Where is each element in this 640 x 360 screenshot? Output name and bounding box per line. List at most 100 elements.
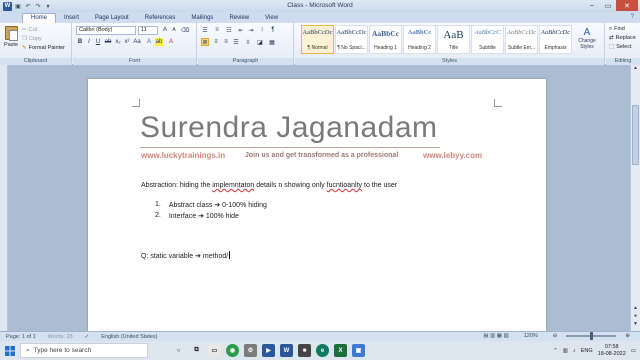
network-icon[interactable]: ▥	[563, 348, 568, 354]
line-spacing-icon[interactable]: ⇳	[244, 38, 252, 46]
cortana-icon[interactable]: ○	[172, 344, 185, 357]
misspelled-word[interactable]: fucntioanlty	[327, 182, 362, 189]
superscript-icon[interactable]: x²	[123, 38, 131, 46]
input-language[interactable]: ENG	[581, 348, 593, 354]
bold-icon[interactable]: B	[76, 38, 84, 46]
replace-button[interactable]: ⇄ Replace	[609, 35, 636, 41]
increase-indent-icon[interactable]: ⇥	[247, 26, 255, 34]
multilevel-list-icon[interactable]: ☷	[225, 26, 233, 34]
media-icon[interactable]: ■	[298, 344, 311, 357]
style-heading-1[interactable]: AaBbCc Heading 1	[369, 25, 402, 54]
document-page[interactable]: Surendra Jaganadam www.luckytrainings.in…	[88, 79, 546, 331]
change-styles-button[interactable]: A Change Styles	[572, 27, 602, 50]
clock[interactable]: 07:58 18-08-2022	[598, 344, 626, 358]
style-emphasis[interactable]: AaBbCcDc Emphasis	[539, 25, 572, 54]
style-subtle-emphasis[interactable]: AaBbCcDc Subtle Em...	[505, 25, 538, 54]
minimize-icon[interactable]: –	[584, 0, 600, 11]
grow-font-icon[interactable]: A	[161, 26, 169, 34]
start-button[interactable]	[0, 341, 20, 360]
task-view-icon[interactable]: ⧉	[190, 344, 203, 357]
zoom-out-icon[interactable]: ⊖	[547, 333, 564, 339]
select-button[interactable]: ⬚ Select	[609, 44, 632, 50]
show-formatting-icon[interactable]: ¶	[269, 26, 277, 34]
undo-icon[interactable]: ↶	[24, 2, 32, 10]
word-taskbar-icon[interactable]: W	[280, 344, 293, 357]
sort-icon[interactable]: ↕	[258, 26, 266, 34]
cut-button[interactable]: ✂ Cut	[22, 27, 37, 33]
maximize-icon[interactable]: ▭	[600, 0, 616, 11]
edge-icon[interactable]: e	[316, 344, 329, 357]
zoom-level[interactable]: 120%	[518, 333, 544, 339]
scroll-thumb[interactable]	[632, 105, 639, 165]
subscript-icon[interactable]: x₂	[114, 38, 122, 46]
tab-page-layout[interactable]: Page Layout	[87, 14, 137, 23]
chrome-icon[interactable]: ◉	[226, 344, 239, 357]
paste-button[interactable]: Paste	[3, 26, 19, 52]
style-normal[interactable]: AaBbCcDc ¶ Normal	[301, 25, 334, 54]
align-left-icon[interactable]: ≣	[201, 38, 209, 46]
word-count[interactable]: Words: 28	[42, 334, 79, 340]
align-center-icon[interactable]: ≡	[212, 38, 220, 46]
format-painter-button[interactable]: ✎ Format Painter	[22, 45, 65, 51]
justify-icon[interactable]: ☰	[232, 38, 240, 46]
style-no-spacing[interactable]: AaBbCcDc ¶ No Spaci...	[335, 25, 368, 54]
shading-icon[interactable]: ◪	[256, 38, 264, 46]
underline-icon[interactable]: U	[94, 38, 102, 46]
redo-icon[interactable]: ↷	[34, 2, 42, 10]
tray-chevron-icon[interactable]: ⌃	[553, 348, 558, 354]
settings-icon[interactable]: ⚙	[244, 344, 257, 357]
file-explorer-icon[interactable]: ▭	[208, 344, 221, 357]
shrink-font-icon[interactable]: A	[170, 26, 178, 34]
photos-icon[interactable]: ▣	[352, 344, 365, 357]
zoom-slider-knob[interactable]	[590, 332, 594, 340]
tab-insert[interactable]: Insert	[56, 14, 87, 23]
find-button[interactable]: ⌕ Find	[609, 26, 625, 33]
zoom-slider[interactable]	[566, 332, 617, 340]
vertical-scrollbar[interactable]: ▲ ▲ ● ▼	[630, 65, 640, 331]
style-heading-2[interactable]: AaBbCc Heading 2	[403, 25, 436, 54]
clear-format-icon[interactable]: ⌫	[181, 26, 189, 34]
text-effects-icon[interactable]: A	[145, 38, 153, 46]
browse-object-icon[interactable]: ●	[631, 313, 640, 321]
excel-icon[interactable]: X	[334, 344, 347, 357]
borders-icon[interactable]: ▦	[268, 38, 276, 46]
style-title[interactable]: AaB Title	[437, 25, 470, 54]
close-icon[interactable]: ✕	[616, 0, 638, 11]
zoom-in-icon[interactable]: ⊕	[619, 333, 636, 339]
tab-home[interactable]: Home	[22, 13, 57, 23]
find-label: Find	[614, 26, 625, 32]
bullets-icon[interactable]: ☰	[201, 26, 209, 34]
font-color-icon[interactable]: A	[167, 38, 175, 46]
tab-review[interactable]: Review	[221, 14, 257, 23]
font-name-select[interactable]: Calibri (Body)	[76, 26, 136, 35]
highlight-icon[interactable]: ab	[155, 38, 163, 46]
help-icon[interactable]: ?	[631, 14, 634, 20]
qat-dropdown-icon[interactable]: ▾	[44, 2, 52, 10]
copy-button[interactable]: ❐ Copy	[22, 36, 42, 42]
align-right-icon[interactable]: ≡	[222, 38, 230, 46]
word-logo-icon[interactable]: W	[3, 1, 12, 11]
page-count[interactable]: Page: 1 of 1	[0, 334, 42, 340]
zoom-app-icon[interactable]: ▶	[262, 344, 275, 357]
scroll-up-icon[interactable]: ▲	[631, 65, 640, 73]
tab-mailings[interactable]: Mailings	[183, 14, 221, 23]
proofing-icon[interactable]: ✓	[79, 334, 96, 340]
decrease-indent-icon[interactable]: ⇤	[237, 26, 245, 34]
next-page-icon[interactable]: ▼	[631, 321, 640, 329]
volume-icon[interactable]: ♪	[573, 348, 576, 354]
italic-icon[interactable]: I	[85, 38, 93, 46]
view-buttons-icon[interactable]: ▤ ▥ ▦ ▧	[477, 333, 514, 339]
language-indicator[interactable]: English (United States)	[95, 334, 163, 340]
misspelled-word[interactable]: implemntaton	[212, 182, 254, 189]
font-size-select[interactable]: 11	[138, 26, 158, 35]
save-icon[interactable]: ▣	[14, 2, 22, 10]
tab-references[interactable]: References	[137, 14, 184, 23]
tab-view[interactable]: View	[257, 14, 286, 23]
notifications-icon[interactable]: ▭	[631, 348, 636, 354]
numbering-icon[interactable]: ≡	[213, 26, 221, 34]
strikethrough-icon[interactable]: ab	[104, 38, 112, 46]
previous-page-icon[interactable]: ▲	[631, 305, 640, 313]
style-subtitle[interactable]: AaBbCcC Subtitle	[471, 25, 504, 54]
change-case-icon[interactable]: Aa	[133, 38, 141, 46]
taskbar-search[interactable]: ⌕ Type here to search	[20, 343, 148, 358]
